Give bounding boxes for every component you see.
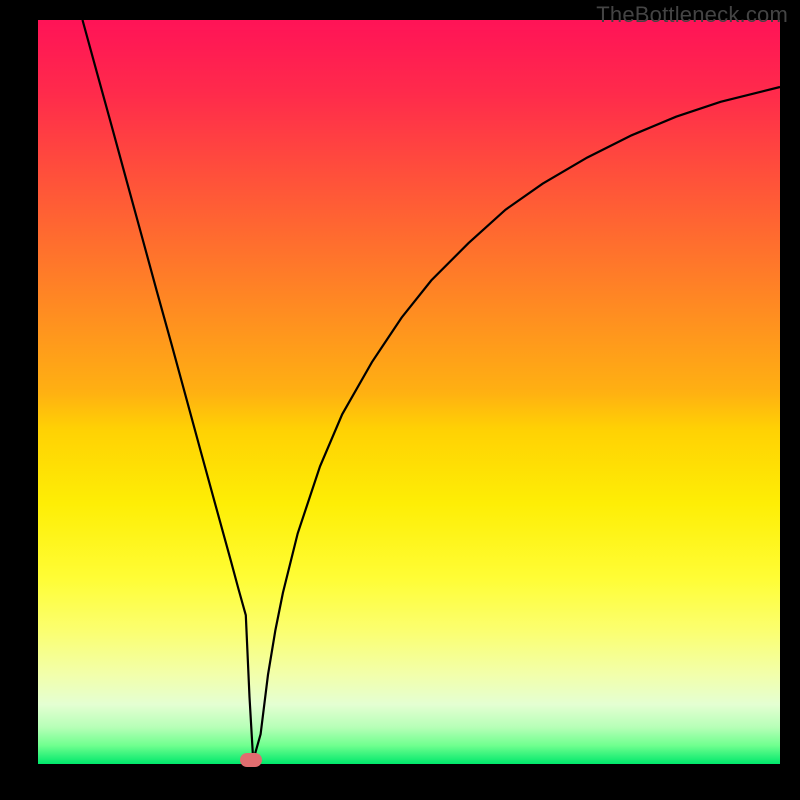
optimal-point-marker [240,753,262,767]
curve-path [83,20,781,760]
bottleneck-curve [38,20,780,764]
plot-area [38,20,780,764]
chart-frame: TheBottleneck.com [0,0,800,800]
watermark-text: TheBottleneck.com [596,2,788,28]
